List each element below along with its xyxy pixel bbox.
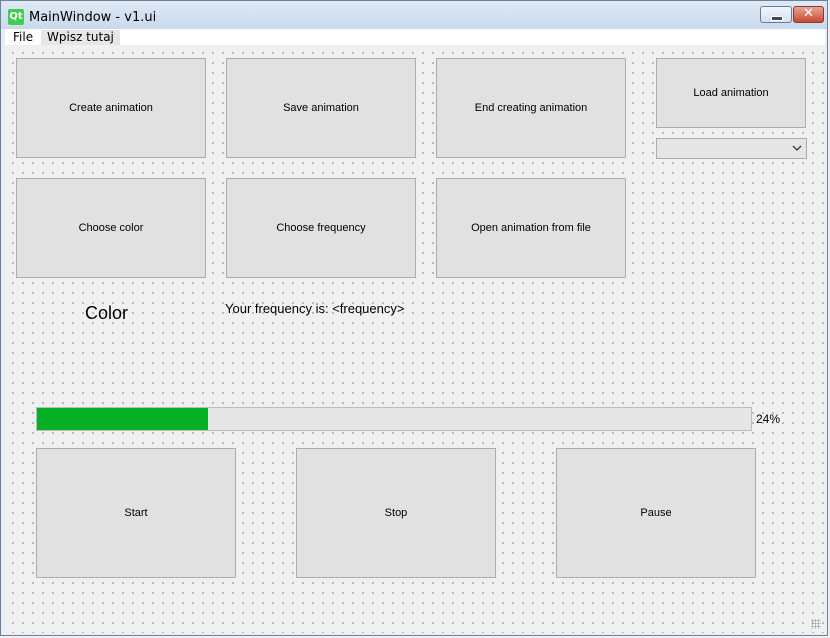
save-animation-button[interactable]: Save animation <box>226 58 416 158</box>
load-animation-button[interactable]: Load animation <box>656 58 806 128</box>
frequency-label: Your frequency is: <frequency> <box>225 301 405 316</box>
pause-button[interactable]: Pause <box>556 448 756 578</box>
minimize-button[interactable] <box>760 6 792 23</box>
animation-select[interactable] <box>656 138 807 159</box>
open-animation-from-file-button[interactable]: Open animation from file <box>436 178 626 278</box>
stop-button[interactable]: Stop <box>296 448 496 578</box>
menu-file[interactable]: File <box>13 30 33 45</box>
main-window: Qt MainWindow - v1.ui ✕ File Wpisz tutaj… <box>0 0 828 636</box>
menu-type-here[interactable]: Wpisz tutaj <box>41 30 120 45</box>
progress-bar <box>36 407 752 431</box>
window-title: MainWindow - v1.ui <box>29 10 157 25</box>
menu-bar: File Wpisz tutaj <box>5 29 825 45</box>
end-creating-animation-button[interactable]: End creating animation <box>436 58 626 158</box>
progress-percent-label: 24% <box>756 412 781 426</box>
progress-bar-fill <box>37 408 209 430</box>
close-icon: ✕ <box>803 6 814 21</box>
choose-frequency-button[interactable]: Choose frequency <box>226 178 416 278</box>
close-button[interactable]: ✕ <box>793 6 824 23</box>
choose-color-button[interactable]: Choose color <box>16 178 206 278</box>
title-bar[interactable]: Qt MainWindow - v1.ui ✕ <box>1 1 827 29</box>
size-grip-icon[interactable] <box>811 619 821 629</box>
qt-logo-icon: Qt <box>8 9 24 25</box>
start-button[interactable]: Start <box>36 448 236 578</box>
central-widget: Create animation Save animation End crea… <box>5 45 825 633</box>
chevron-down-icon <box>792 145 802 151</box>
create-animation-button[interactable]: Create animation <box>16 58 206 158</box>
minimize-icon <box>771 16 783 21</box>
color-label: Color <box>85 303 129 323</box>
